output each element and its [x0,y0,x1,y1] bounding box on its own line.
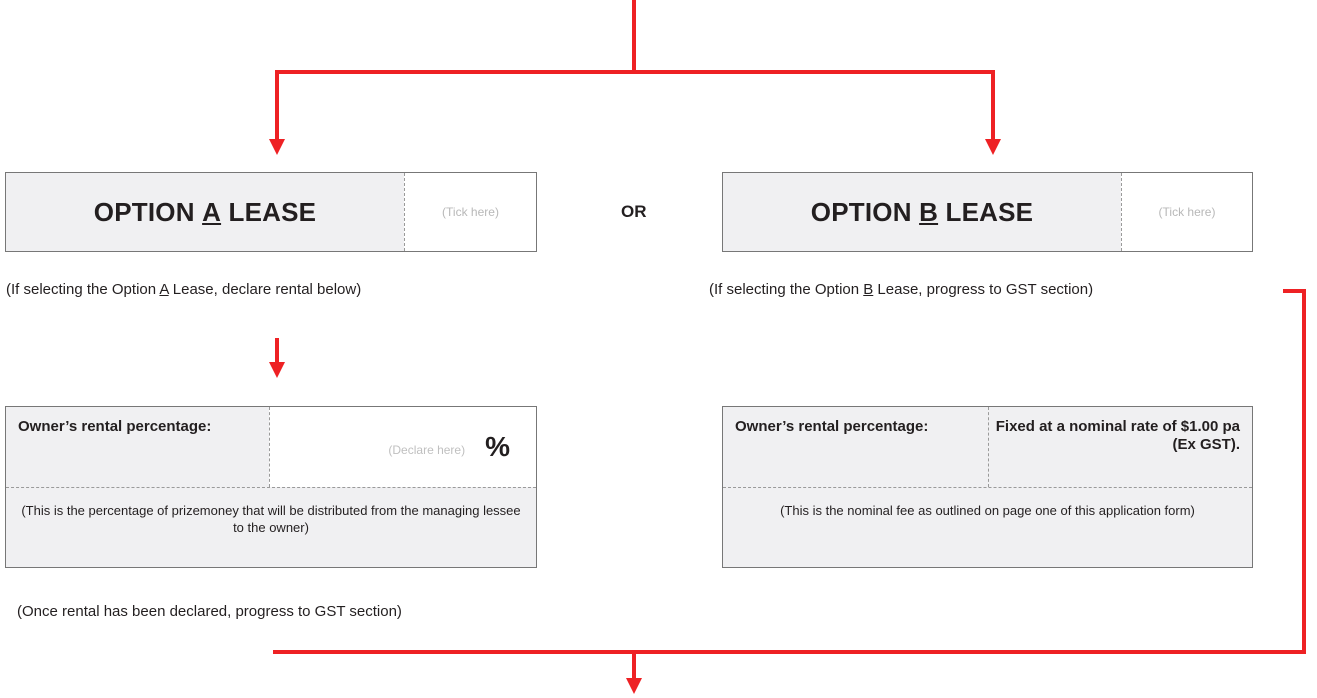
option-b-tick-box[interactable]: (Tick here) [1121,173,1252,251]
connector-merge-a [273,650,636,682]
option-a-title: OPTION A LEASE [93,196,317,227]
declare-hint: (Declare here) [388,443,466,457]
option-b-title: OPTION B LEASE [810,196,1034,227]
option-a-tick-box[interactable]: (Tick here) [404,173,536,251]
owner-rental-percentage-label: Owner’s rental percentage: [735,418,929,435]
option-b-rental-panel: Owner’s rental percentage: Fixed at a no… [722,406,1253,568]
or-label: OR [621,202,647,221]
rental-percentage-input[interactable]: (Declare here) % [269,407,536,487]
rental-description: (This is the nominal fee as outlined on … [723,487,1252,567]
gst-progress-instruction: (Once rental has been declared, progress… [17,603,402,620]
tick-hint: (Tick here) [1158,205,1216,219]
percent-sign: % [485,431,510,462]
owner-rental-percentage-label: Owner’s rental percentage: [18,418,212,435]
arrowhead-to-gst [626,678,642,694]
arrowhead-to-rental-a [269,362,285,378]
option-b-lease-box: OPTION B LEASE (Tick here) [722,172,1253,252]
connector-top-split [275,0,636,143]
option-a-instruction: (If selecting the Option A Lease, declar… [6,281,362,298]
tick-hint: (Tick here) [442,205,499,219]
option-a-rental-panel: Owner’s rental percentage: (Declare here… [5,406,537,568]
rental-description: (This is the percentage of prizemoney th… [6,487,536,567]
fixed-nominal-rate: Fixed at a nominal rate of $1.00 pa (Ex … [988,407,1252,487]
flow-connectors [269,0,1306,694]
arrowhead-to-option-b [985,139,1001,155]
option-a-lease-box: OPTION A LEASE (Tick here) [5,172,537,252]
arrowhead-to-option-a [269,139,285,155]
connector-top-split-right [634,70,995,143]
option-b-instruction: (If selecting the Option B Lease, progre… [709,281,1094,298]
